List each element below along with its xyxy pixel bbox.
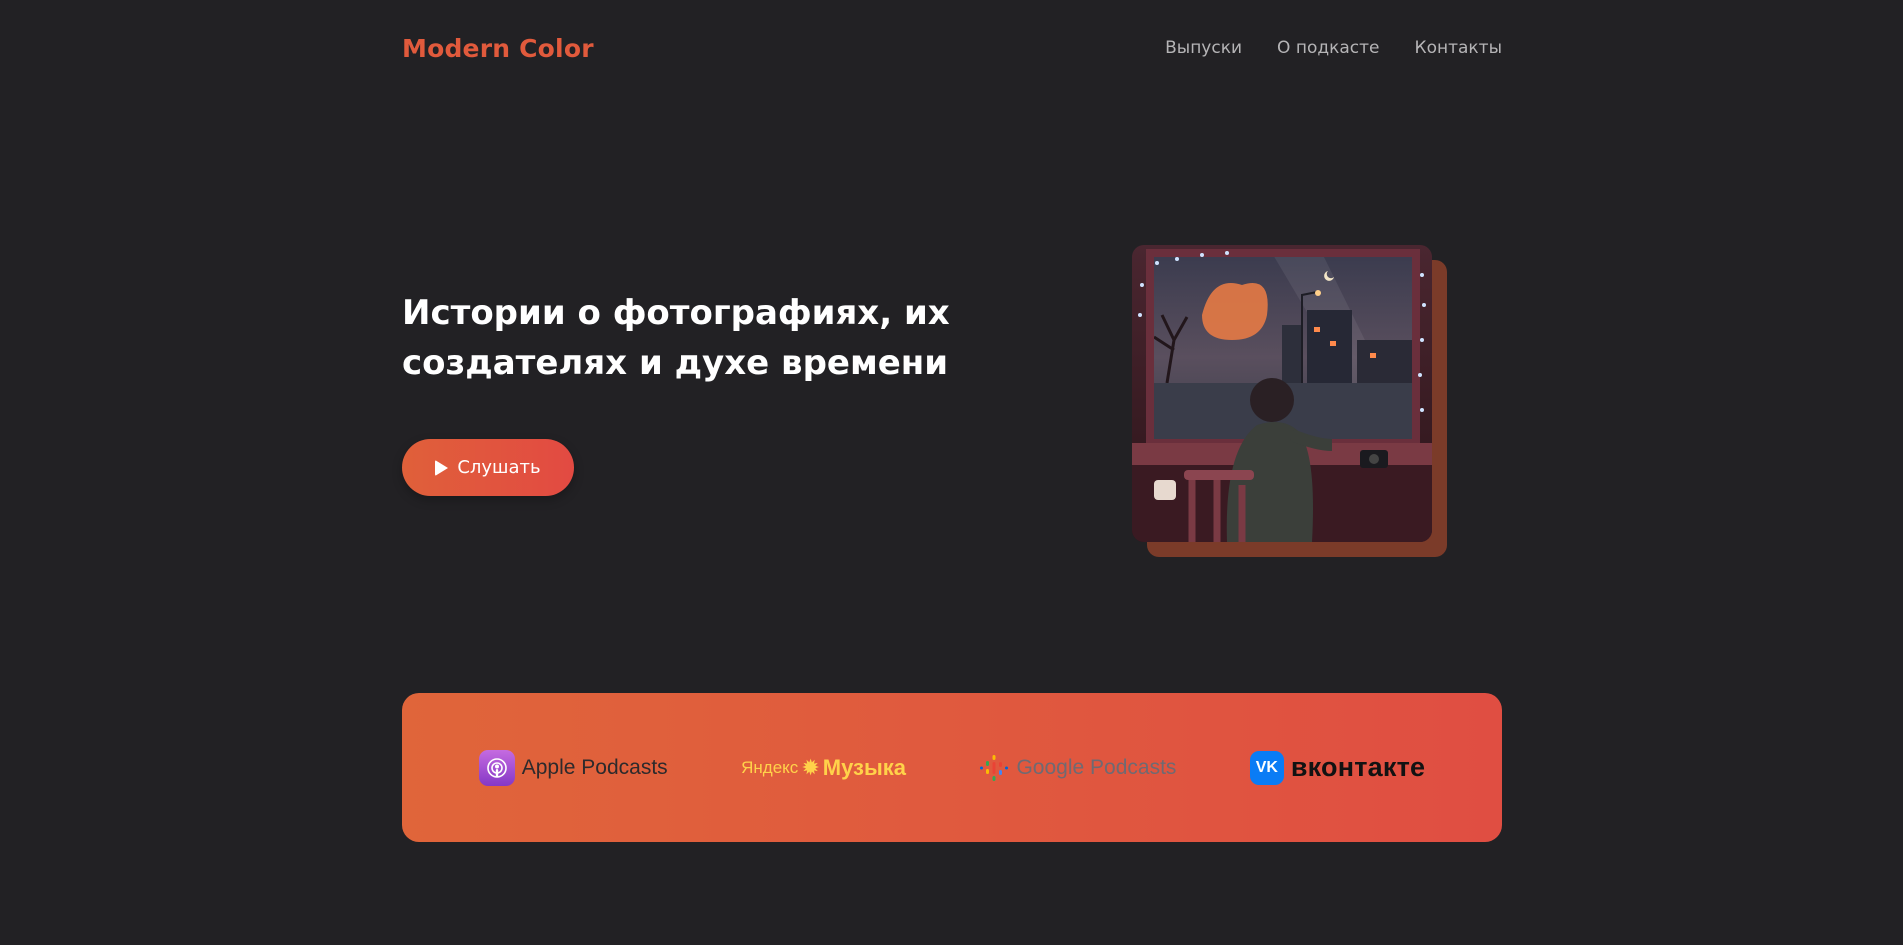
play-icon [435,459,449,476]
listen-button-label: Слушать [457,457,541,478]
cover-illustration [1132,245,1432,542]
page: Modern Color Выпуски О подкасте Контакты… [0,0,1903,945]
nav-item-about[interactable]: О подкасте [1277,38,1379,58]
yandex-music-label-part2: Музыка [822,754,906,780]
vk-icon: VK [1249,750,1284,785]
yandex-music-label-part1: Яндекс [741,757,799,777]
listen-button[interactable]: Слушать [402,439,574,496]
yandex-music-logo: Яндекс ✹ Музыка [741,755,906,781]
site-header: Modern Color Выпуски О подкасте Контакты [402,30,1502,66]
hero-title-line-2: создателях и духе времени [402,343,949,383]
hero-title: Истории о фотографиях, их создателях и д… [402,288,1022,388]
vk-link[interactable]: VK вконтакте [1249,750,1426,785]
apple-podcasts-label: Apple Podcasts [521,755,668,779]
sun-icon: ✹ [801,754,820,780]
yandex-music-link[interactable]: Яндекс ✹ Музыка [741,755,906,781]
google-podcasts-label: Google Podcasts [1016,755,1177,779]
logo-link[interactable]: Modern Color [402,34,594,63]
nav-item-contacts[interactable]: Контакты [1415,38,1503,58]
podcast-platforms-band: Apple Podcasts Яндекс ✹ Музыка Google Po… [402,693,1502,842]
hero-title-line-1: Истории о фотографиях, их [402,293,950,333]
cover-art [1132,245,1432,542]
nav-item-episodes[interactable]: Выпуски [1165,38,1242,58]
google-podcasts-link[interactable]: Google Podcasts [979,753,1176,783]
apple-podcasts-icon [478,749,515,786]
vk-label: вконтакте [1290,752,1426,782]
apple-podcasts-link[interactable]: Apple Podcasts [478,749,668,786]
google-podcasts-icon [980,754,1009,781]
main-nav: Выпуски О подкасте Контакты [1165,38,1502,58]
